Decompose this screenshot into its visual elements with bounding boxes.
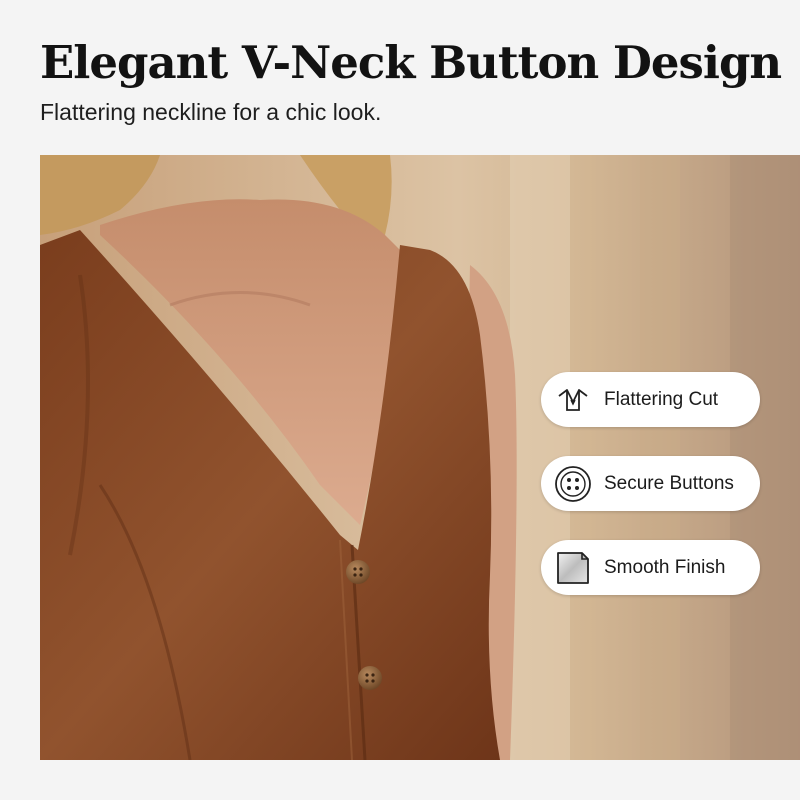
- feature-label: Flattering Cut: [604, 388, 719, 410]
- button-icon: [553, 464, 593, 504]
- feature-label: Secure Buttons: [604, 472, 734, 494]
- feature-pill-secure-buttons: Secure Buttons: [541, 456, 760, 511]
- v-neck-shirt-icon: [553, 380, 593, 420]
- feature-pill-smooth-finish: Smooth Finish: [541, 540, 760, 595]
- feature-pill-flattering-cut: Flattering Cut: [541, 372, 760, 427]
- fabric-swatch-icon: [553, 548, 593, 588]
- page-title: Elegant V-Neck Button Design: [40, 36, 782, 89]
- feature-label: Smooth Finish: [604, 556, 726, 578]
- page-subtitle: Flattering neckline for a chic look.: [40, 99, 382, 125]
